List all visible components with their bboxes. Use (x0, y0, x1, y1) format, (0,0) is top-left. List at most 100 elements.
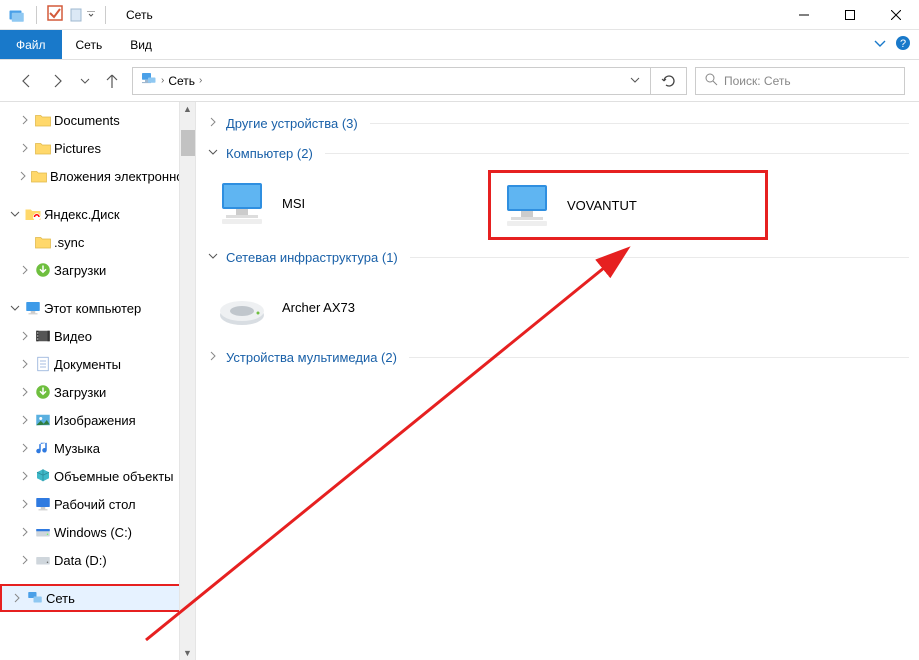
chevron-icon[interactable] (18, 359, 32, 369)
chevron-icon[interactable] (206, 251, 220, 264)
chevron-icon[interactable] (18, 415, 32, 425)
group-header[interactable]: Компьютер (2) (206, 138, 909, 168)
address-dropdown-icon[interactable] (630, 74, 640, 88)
history-dropdown-icon[interactable] (78, 69, 92, 93)
chevron-icon[interactable] (18, 171, 28, 181)
sidebar-scrollbar[interactable]: ▲ ▼ (179, 102, 195, 660)
tree-item-windows-c-[interactable]: Windows (C:) (0, 518, 195, 546)
network-item-archer ax73[interactable]: Archer AX73 (206, 272, 486, 342)
chevron-icon[interactable] (18, 443, 32, 453)
group-header[interactable]: Сетевая инфраструктура (1) (206, 242, 909, 272)
chevron-icon[interactable] (18, 387, 32, 397)
breadcrumb-network[interactable]: Сеть (168, 74, 195, 88)
close-button[interactable] (873, 0, 919, 30)
tree-item-загрузки[interactable]: Загрузки (0, 378, 195, 406)
qat-dropdown-icon[interactable] (69, 7, 95, 23)
tree-item-объемные-объекты[interactable]: Объемные объекты (0, 462, 195, 490)
forward-button[interactable] (46, 69, 70, 93)
nav-tree: Documents Pictures Вложения электронной по… (0, 102, 196, 660)
chevron-icon[interactable] (10, 593, 24, 603)
tree-item-label: Яндекс.Диск (44, 207, 120, 222)
window-title: Сеть (126, 8, 153, 22)
pc-icon (24, 299, 42, 317)
tree-item-яндекс-диск[interactable]: Яндекс.Диск (0, 200, 195, 228)
item-label: MSI (282, 196, 305, 211)
address-bar[interactable]: › Сеть › (132, 67, 651, 95)
network-item-msi[interactable]: MSI (206, 168, 486, 238)
router-icon (212, 279, 272, 335)
tree-item-этот-компьютер[interactable]: Этот компьютер (0, 294, 195, 322)
folder-icon (34, 233, 52, 251)
search-box[interactable]: Поиск: Сеть (695, 67, 905, 95)
tree-item-видео[interactable]: Видео (0, 322, 195, 350)
tree-item-сеть[interactable]: Сеть (0, 584, 195, 612)
chevron-icon[interactable] (18, 115, 32, 125)
tree-item-documents[interactable]: Documents (0, 106, 195, 134)
svg-text:?: ? (900, 38, 906, 50)
ribbon-expand-icon[interactable] (873, 36, 887, 53)
tree-item-label: Музыка (54, 441, 100, 456)
chevron-icon[interactable] (18, 499, 32, 509)
chevron-icon[interactable] (8, 303, 22, 313)
tree-item-рабочий-стол[interactable]: Рабочий стол (0, 490, 195, 518)
network-icon (26, 589, 44, 607)
group-header[interactable]: Другие устройства (3) (206, 108, 909, 138)
chevron-icon[interactable] (18, 527, 32, 537)
tree-item-pictures[interactable]: Pictures (0, 134, 195, 162)
chevron-icon[interactable] (206, 147, 220, 160)
computer-icon (497, 177, 557, 233)
tree-item-изображения[interactable]: Изображения (0, 406, 195, 434)
tab-file[interactable]: Файл (0, 30, 62, 59)
tree-item-label: Pictures (54, 141, 101, 156)
download-icon (34, 383, 52, 401)
computer-icon (212, 175, 272, 231)
tab-view[interactable]: Вид (116, 30, 166, 59)
chevron-icon[interactable] (8, 209, 22, 219)
minimize-button[interactable] (781, 0, 827, 30)
maximize-button[interactable] (827, 0, 873, 30)
network-icon (139, 70, 157, 91)
folder-icon (34, 111, 52, 129)
chevron-icon[interactable] (18, 331, 32, 341)
tree-item-label: Вложения электронной почты (50, 169, 196, 184)
tree-item-вложения-электронной-почты[interactable]: Вложения электронной почты (0, 162, 195, 190)
tree-item-label: Data (D:) (54, 553, 107, 568)
help-icon[interactable]: ? (895, 35, 911, 54)
up-button[interactable] (100, 69, 124, 93)
network-item-vovantut[interactable]: VOVANTUT (488, 170, 768, 240)
tree-item-label: Рабочий стол (54, 497, 136, 512)
tree-item-label: Сеть (46, 591, 75, 606)
tree-item-документы[interactable]: Документы (0, 350, 195, 378)
group-label: Компьютер (2) (226, 146, 313, 161)
tree-item-label: Видео (54, 329, 92, 344)
chevron-icon[interactable] (18, 555, 32, 565)
content-pane: Другие устройства (3) Компьютер (2) MSI VOV… (196, 102, 919, 660)
yadisk-icon (24, 205, 42, 223)
search-icon (704, 72, 718, 89)
objects3d-icon (34, 467, 52, 485)
folder-icon (30, 167, 48, 185)
chevron-icon[interactable] (18, 471, 32, 481)
qat-checkbox-icon[interactable] (47, 5, 63, 24)
group-label: Устройства мультимедиа (2) (226, 350, 397, 365)
back-button[interactable] (14, 69, 38, 93)
tree-item-музыка[interactable]: Музыка (0, 434, 195, 462)
chevron-icon[interactable] (18, 143, 32, 153)
chevron-icon[interactable] (206, 117, 220, 130)
tree-item-data-d-[interactable]: Data (D:) (0, 546, 195, 574)
tree-item-label: Объемные объекты (54, 469, 174, 484)
drive2-icon (34, 551, 52, 569)
music-icon (34, 439, 52, 457)
chevron-icon[interactable] (206, 351, 220, 364)
tree-item-загрузки[interactable]: Загрузки (0, 256, 195, 284)
chevron-icon[interactable] (18, 265, 32, 275)
drive-icon (34, 523, 52, 541)
group-header[interactable]: Устройства мультимедиа (2) (206, 342, 909, 372)
tab-network[interactable]: Сеть (62, 30, 117, 59)
video-icon (34, 327, 52, 345)
titlebar: Сеть (0, 0, 919, 30)
nav-row: › Сеть › Поиск: Сеть (0, 60, 919, 102)
refresh-button[interactable] (651, 67, 687, 95)
tree-item--sync[interactable]: .sync (0, 228, 195, 256)
group-label: Другие устройства (3) (226, 116, 358, 131)
